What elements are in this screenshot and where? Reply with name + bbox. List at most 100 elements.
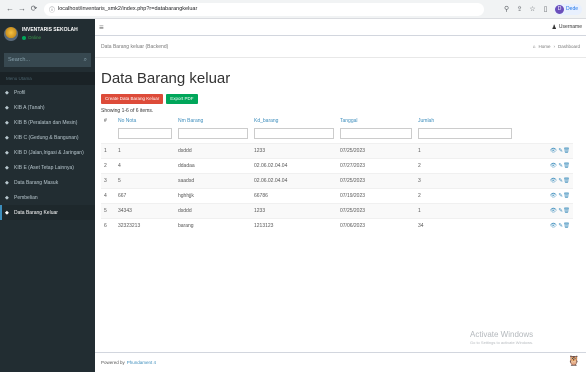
row-actions: 👁 ✎🗑 [515, 202, 573, 218]
breadcrumb: ⌂ Home › Dashboard [533, 44, 580, 49]
delete-icon[interactable]: 🗑 [563, 163, 570, 169]
taskbar-app-icon[interactable]: 🦉 [567, 355, 581, 369]
cell-tanggal: 07/27/2023 [337, 157, 415, 173]
cell-kd-barang: 02.06.02.04.04 [251, 172, 337, 188]
view-icon[interactable]: 👁 [550, 163, 557, 169]
cell-kd-barang: 1233 [251, 142, 337, 158]
user-menu[interactable]: ♟ Username [552, 24, 582, 31]
profile-label: Dede [566, 6, 578, 12]
dashboard-icon: ◆ [5, 119, 9, 126]
col-header-nm-barang[interactable]: Nm Barang [175, 115, 251, 126]
top-navbar: ≡ ♟ Username [95, 19, 586, 36]
sidebar-item-label: KIB B (Peralatan dan Mesin) [14, 119, 78, 126]
cell-tanggal: 07/25/2023 [337, 172, 415, 188]
star-icon[interactable]: ☆ [528, 5, 537, 14]
footer-text: Powered by [101, 360, 125, 365]
cell-index: 3 [101, 172, 115, 188]
sidebar-item-label: Profil [14, 89, 26, 96]
view-icon[interactable]: 👁 [550, 208, 557, 214]
filter-nm-barang-input[interactable] [178, 128, 248, 140]
col-header-tanggal[interactable]: Tanggal [337, 115, 415, 126]
footer-brand-link[interactable]: Phundament 4 [127, 360, 156, 365]
filter-jumlah-input[interactable] [418, 128, 512, 140]
sidebar-item-label: Data Barang Masuk [14, 179, 59, 186]
delete-icon[interactable]: 🗑 [563, 223, 570, 229]
app-title: INVENTARIS SEKOLAH [22, 27, 78, 33]
watermark-title: Activate Windows [470, 330, 534, 339]
export-pdf-button[interactable]: Export PDF [166, 94, 198, 104]
cell-jumlah: 2 [415, 187, 515, 203]
view-icon[interactable]: 👁 [550, 178, 557, 184]
table-row: 1 1 dsddd 1233 07/25/2023 1 👁 ✎🗑 [101, 142, 573, 158]
cell-tanggal: 07/25/2023 [337, 202, 415, 218]
delete-icon[interactable]: 🗑 [563, 148, 570, 154]
sidebar-item-barang-keluar[interactable]: ◆ Data Barang Keluar [0, 205, 95, 220]
activate-windows-watermark: Activate Windows Go to Settings to activ… [470, 330, 533, 345]
delete-icon[interactable]: 🗑 [563, 208, 570, 214]
username: Username [558, 24, 582, 30]
filter-tanggal-input[interactable] [340, 128, 412, 140]
info-icon[interactable]: ⓘ [49, 5, 55, 14]
reload-icon[interactable]: ⟳ [28, 3, 40, 15]
filter-cell [515, 126, 573, 143]
sidebar-item-kib-c[interactable]: ◆ KIB C (Gedung & Bangunan) [0, 130, 95, 145]
filter-no-nota-input[interactable] [118, 128, 172, 140]
filter-cell [115, 126, 175, 143]
sidebar-item-kib-e[interactable]: ◆ KIB E (Aset Tetap Lainnya) [0, 160, 95, 175]
address-bar[interactable]: ⓘ localhost/inventaris_smk2/index.php?r=… [44, 2, 484, 16]
cell-jumlah: 3 [415, 172, 515, 188]
cell-jumlah: 34 [415, 217, 515, 233]
filter-row [101, 126, 573, 143]
cell-nm-barang: dsddd [175, 142, 251, 158]
sidebar-item-label: KIB C (Gedung & Bangunan) [14, 134, 79, 141]
arrow-right-icon[interactable]: → [16, 3, 28, 15]
create-button[interactable]: Create Data Barang Keluar [101, 94, 164, 104]
filter-cell [415, 126, 515, 143]
share-icon[interactable]: ⇪ [515, 5, 524, 14]
hamburger-icon[interactable]: ≡ [99, 23, 104, 32]
filter-kd-barang-input[interactable] [254, 128, 334, 140]
cell-tanggal: 07/06/2023 [337, 217, 415, 233]
cell-nm-barang: hghhjjk [175, 187, 251, 203]
arrow-left-icon[interactable]: ← [4, 3, 16, 15]
view-icon[interactable]: 👁 [550, 223, 557, 229]
delete-icon[interactable]: 🗑 [563, 178, 570, 184]
sidebar-item-label: Pembelian [14, 194, 38, 201]
content-header: Data Barang keluar (Backend) ⌂ Home › Da… [95, 36, 586, 58]
sidebar-item-profil[interactable]: ◆ Profil [0, 85, 95, 100]
url-text: localhost/inventaris_smk2/index.php?r=da… [58, 6, 198, 12]
filter-cell [337, 126, 415, 143]
col-header-kd-barang[interactable]: Kd_barang [251, 115, 337, 126]
sidebar-item-kib-b[interactable]: ◆ KIB B (Peralatan dan Mesin) [0, 115, 95, 130]
row-actions: 👁 ✎🗑 [515, 217, 573, 233]
sidepanel-icon[interactable]: ▯ [541, 5, 550, 14]
browser-toolbar: ← → ⟳ ⓘ localhost/inventaris_smk2/index.… [0, 0, 586, 19]
table-row: 5 34343 dsddd 1233 07/25/2023 1 👁 ✎🗑 [101, 202, 573, 218]
table-header-row: # No Nota Nm Barang Kd_barang Tanggal Ju… [101, 115, 573, 126]
row-actions: 👁 ✎🗑 [515, 142, 573, 158]
table-row: 4 667 hghhjjk 66786 07/19/2023 2 👁 ✎🗑 [101, 187, 573, 203]
search-icon[interactable]: ⌕ [84, 57, 87, 64]
view-icon[interactable]: 👁 [550, 193, 557, 199]
search-input[interactable] [8, 57, 84, 63]
cell-kd-barang: 1213123 [251, 217, 337, 233]
col-header-no-nota[interactable]: No Nota [115, 115, 175, 126]
col-header-jumlah[interactable]: Jumlah [415, 115, 515, 126]
dashboard-icon: ◆ [5, 164, 9, 171]
cell-tanggal: 07/19/2023 [337, 187, 415, 203]
sidebar-item-kib-d[interactable]: ◆ KIB D (Jalan,Irigasi & Jaringan) [0, 145, 95, 160]
row-actions: 👁 ✎🗑 [515, 157, 573, 173]
delete-icon[interactable]: 🗑 [563, 193, 570, 199]
profile-button[interactable]: D Dede [554, 3, 582, 15]
breadcrumb-separator: › [553, 44, 555, 49]
sidebar-item-barang-masuk[interactable]: ◆ Data Barang Masuk [0, 175, 95, 190]
cell-jumlah: 1 [415, 202, 515, 218]
sidebar-item-pembelian[interactable]: ◆ Pembelian [0, 190, 95, 205]
view-icon[interactable]: 👁 [550, 148, 557, 154]
zoom-icon[interactable]: ⚲ [502, 5, 511, 14]
filter-cell [251, 126, 337, 143]
status-text: Online [28, 35, 42, 40]
breadcrumb-home[interactable]: Home [538, 44, 550, 49]
filter-cell [175, 126, 251, 143]
sidebar-item-kib-a[interactable]: ◆ KIB A (Tanah) [0, 100, 95, 115]
